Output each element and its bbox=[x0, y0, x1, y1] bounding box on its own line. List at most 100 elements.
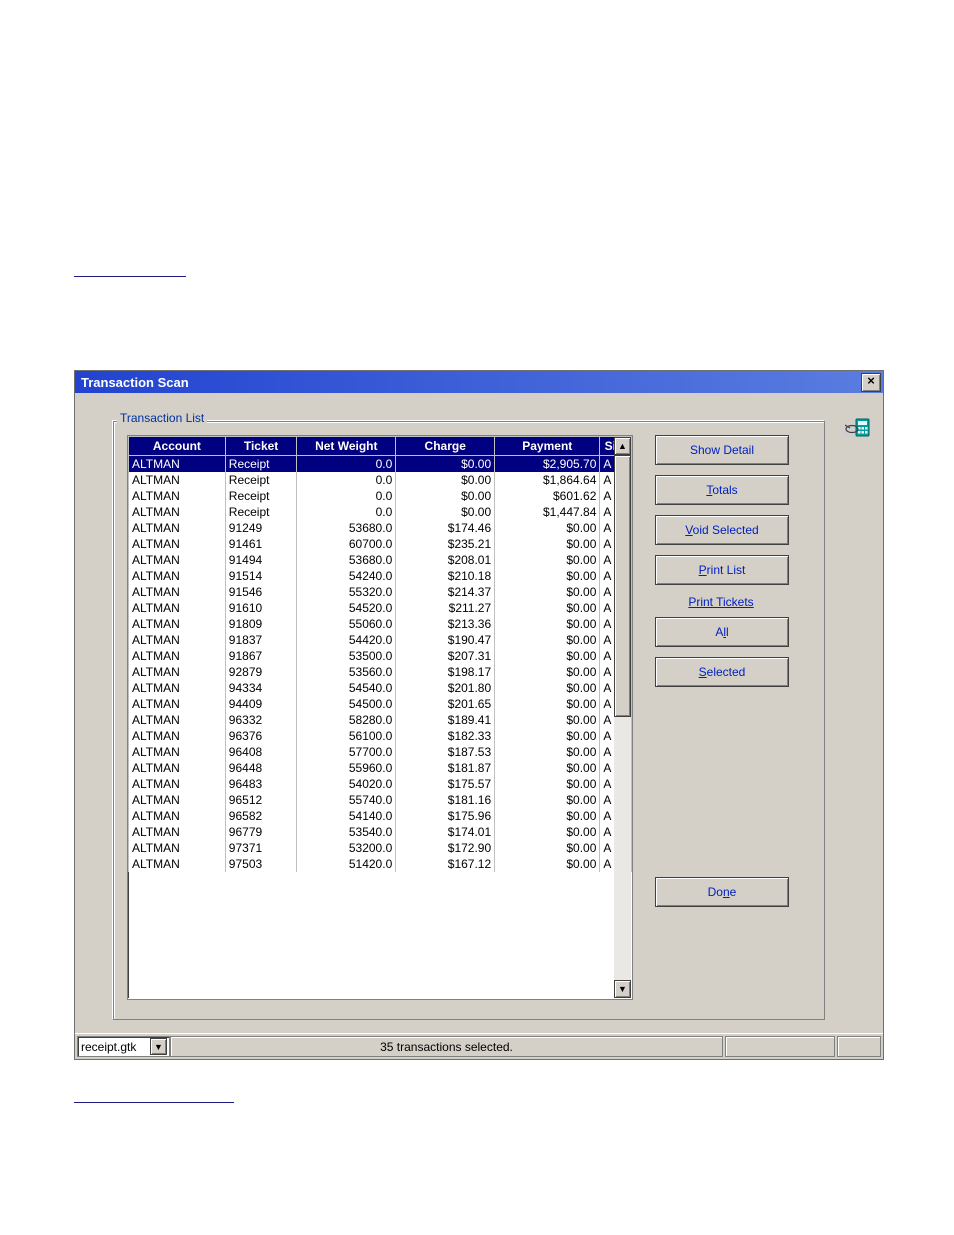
table-cell: $181.87 bbox=[396, 760, 495, 776]
print-selected-button[interactable]: Selected bbox=[655, 657, 789, 687]
scrollbar-thumb[interactable] bbox=[614, 455, 631, 717]
table-cell: 91461 bbox=[225, 536, 297, 552]
table-cell: 96332 bbox=[225, 712, 297, 728]
table-row[interactable]: ALTMAN9648354020.0$175.57$0.00A bbox=[129, 776, 632, 792]
table-row[interactable]: ALTMAN9161054520.0$211.27$0.00A bbox=[129, 600, 632, 616]
table-cell: ALTMAN bbox=[129, 728, 226, 744]
table-cell: Receipt bbox=[225, 472, 297, 488]
table-row[interactable]: ALTMAN9737153200.0$172.90$0.00A bbox=[129, 840, 632, 856]
print-tickets-label: Print Tickets bbox=[655, 595, 787, 609]
transaction-grid[interactable]: Account Ticket Net Weight Charge Payment… bbox=[127, 435, 633, 1000]
decorative-rule-top bbox=[74, 276, 186, 277]
table-row[interactable]: ALTMAN9750351420.0$167.12$0.00A bbox=[129, 856, 632, 872]
table-cell: $172.90 bbox=[396, 840, 495, 856]
table-cell: $0.00 bbox=[396, 472, 495, 488]
table-cell: ALTMAN bbox=[129, 712, 226, 728]
table-cell: $190.47 bbox=[396, 632, 495, 648]
client-area: Transaction List Account Ticket Net We bbox=[75, 393, 883, 1034]
print-list-button[interactable]: Print List bbox=[655, 555, 789, 585]
table-cell: 54240.0 bbox=[297, 568, 396, 584]
table-cell: 0.0 bbox=[297, 456, 396, 473]
col-header-payment[interactable]: Payment bbox=[495, 437, 600, 456]
button-label: Void Selected bbox=[685, 523, 758, 537]
done-button[interactable]: Done bbox=[655, 877, 789, 907]
table-cell: $0.00 bbox=[495, 616, 600, 632]
dropdown-arrow-icon[interactable]: ▼ bbox=[150, 1038, 167, 1055]
close-button[interactable]: × bbox=[861, 373, 881, 392]
table-cell: 96448 bbox=[225, 760, 297, 776]
print-all-button[interactable]: All bbox=[655, 617, 789, 647]
col-header-ticket[interactable]: Ticket bbox=[225, 437, 297, 456]
table-cell: ALTMAN bbox=[129, 600, 226, 616]
table-cell: ALTMAN bbox=[129, 840, 226, 856]
button-label: Done bbox=[708, 885, 737, 899]
calculator-icon[interactable] bbox=[841, 417, 871, 439]
table-row[interactable]: ALTMAN9151454240.0$210.18$0.00A bbox=[129, 568, 632, 584]
void-selected-button[interactable]: Void Selected bbox=[655, 515, 789, 545]
table-row[interactable]: ALTMAN9433454540.0$201.80$0.00A bbox=[129, 680, 632, 696]
table-cell: ALTMAN bbox=[129, 792, 226, 808]
table-row[interactable]: ALTMAN9149453680.0$208.01$0.00A bbox=[129, 552, 632, 568]
table-cell: 58280.0 bbox=[297, 712, 396, 728]
table-cell: $174.01 bbox=[396, 824, 495, 840]
table-cell: $167.12 bbox=[396, 856, 495, 872]
table-row[interactable]: ALTMAN9637656100.0$182.33$0.00A bbox=[129, 728, 632, 744]
status-spacer-1 bbox=[725, 1036, 835, 1057]
table-cell: ALTMAN bbox=[129, 776, 226, 792]
scroll-up-button[interactable]: ▲ bbox=[614, 437, 631, 455]
table-cell: $201.65 bbox=[396, 696, 495, 712]
col-header-charge[interactable]: Charge bbox=[396, 437, 495, 456]
table-row[interactable]: ALTMAN9440954500.0$201.65$0.00A bbox=[129, 696, 632, 712]
table-cell: ALTMAN bbox=[129, 744, 226, 760]
table-row[interactable]: ALTMAN9183754420.0$190.47$0.00A bbox=[129, 632, 632, 648]
table-row[interactable]: ALTMAN9677953540.0$174.01$0.00A bbox=[129, 824, 632, 840]
table-cell: $1,447.84 bbox=[495, 504, 600, 520]
grid-header-row: Account Ticket Net Weight Charge Payment… bbox=[129, 437, 632, 456]
table-cell: 94409 bbox=[225, 696, 297, 712]
window-title: Transaction Scan bbox=[81, 375, 189, 390]
table-cell: $0.00 bbox=[495, 712, 600, 728]
table-cell: $214.37 bbox=[396, 584, 495, 600]
col-header-netweight[interactable]: Net Weight bbox=[297, 437, 396, 456]
table-row[interactable]: ALTMANReceipt0.0$0.00$2,905.70A bbox=[129, 456, 632, 473]
table-row[interactable]: ALTMAN9644855960.0$181.87$0.00A bbox=[129, 760, 632, 776]
table-row[interactable]: ALTMANReceipt0.0$0.00$1,447.84A bbox=[129, 504, 632, 520]
table-cell: 91809 bbox=[225, 616, 297, 632]
table-row[interactable]: ALTMAN9154655320.0$214.37$0.00A bbox=[129, 584, 632, 600]
table-cell: 54420.0 bbox=[297, 632, 396, 648]
button-label: Show Detail bbox=[690, 443, 754, 457]
table-row[interactable]: ALTMANReceipt0.0$0.00$601.62A bbox=[129, 488, 632, 504]
table-cell: ALTMAN bbox=[129, 680, 226, 696]
scroll-down-button[interactable]: ▼ bbox=[614, 980, 631, 998]
status-file-combo[interactable]: receipt.gtk ▼ bbox=[77, 1036, 170, 1057]
table-row[interactable]: ALTMAN9633258280.0$189.41$0.00A bbox=[129, 712, 632, 728]
close-icon: × bbox=[867, 373, 875, 388]
table-cell: $189.41 bbox=[396, 712, 495, 728]
table-cell: $201.80 bbox=[396, 680, 495, 696]
table-row[interactable]: ALTMAN9186753500.0$207.31$0.00A bbox=[129, 648, 632, 664]
table-row[interactable]: ALTMAN9146160700.0$235.21$0.00A bbox=[129, 536, 632, 552]
table-row[interactable]: ALTMANReceipt0.0$0.00$1,864.64A bbox=[129, 472, 632, 488]
vertical-scrollbar[interactable]: ▲ ▼ bbox=[614, 437, 631, 998]
table-row[interactable]: ALTMAN9287953560.0$198.17$0.00A bbox=[129, 664, 632, 680]
table-row[interactable]: ALTMAN9640857700.0$187.53$0.00A bbox=[129, 744, 632, 760]
table-row[interactable]: ALTMAN9651255740.0$181.16$0.00A bbox=[129, 792, 632, 808]
table-cell: 92879 bbox=[225, 664, 297, 680]
totals-button[interactable]: Totals bbox=[655, 475, 789, 505]
col-header-account[interactable]: Account bbox=[129, 437, 226, 456]
table-cell: 54020.0 bbox=[297, 776, 396, 792]
table-cell: 91610 bbox=[225, 600, 297, 616]
table-row[interactable]: ALTMAN9658254140.0$175.96$0.00A bbox=[129, 808, 632, 824]
table-cell: 91837 bbox=[225, 632, 297, 648]
button-label: Print List bbox=[699, 563, 746, 577]
table-cell: ALTMAN bbox=[129, 456, 226, 473]
show-detail-button[interactable]: Show Detail bbox=[655, 435, 789, 465]
table-cell: $174.46 bbox=[396, 520, 495, 536]
table-cell: ALTMAN bbox=[129, 808, 226, 824]
table-row[interactable]: ALTMAN9180955060.0$213.36$0.00A bbox=[129, 616, 632, 632]
table-row[interactable]: ALTMAN9124953680.0$174.46$0.00A bbox=[129, 520, 632, 536]
scrollbar-track[interactable] bbox=[614, 455, 631, 980]
table-cell: $0.00 bbox=[495, 792, 600, 808]
table-cell: $0.00 bbox=[495, 696, 600, 712]
table-cell: $0.00 bbox=[495, 824, 600, 840]
